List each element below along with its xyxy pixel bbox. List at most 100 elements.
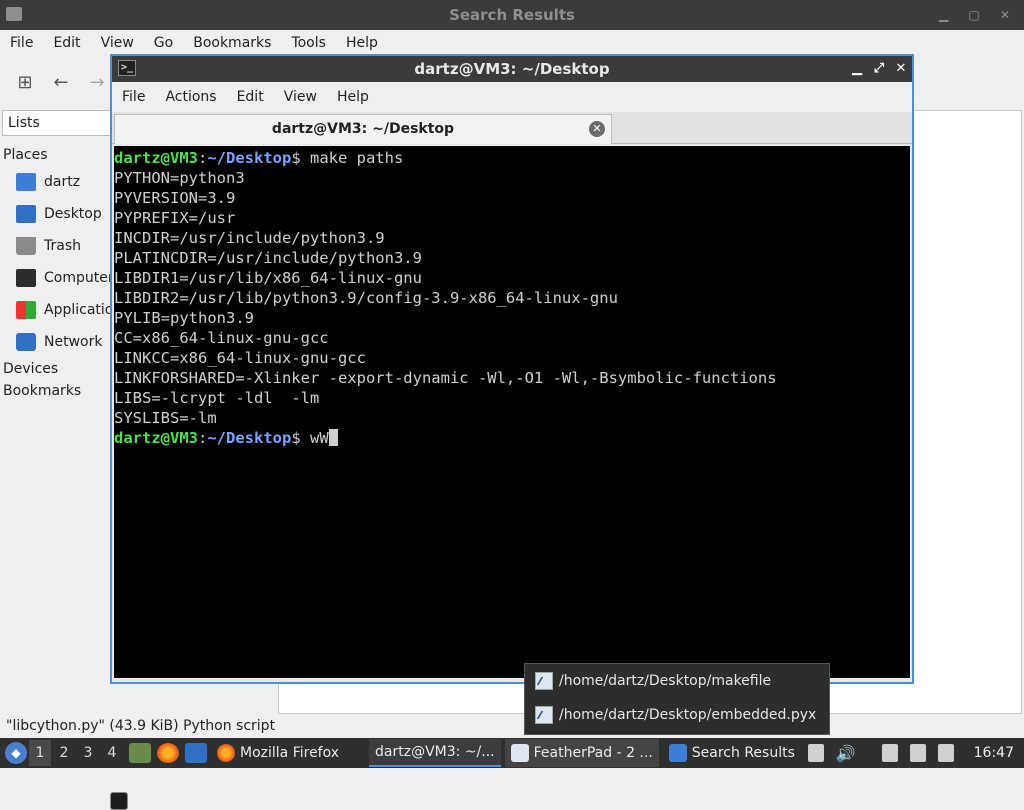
task-label: Search Results (691, 745, 795, 761)
menu-edit[interactable]: Edit (227, 89, 274, 105)
close-tab-icon[interactable]: ✕ (589, 121, 605, 137)
output-line: PYLIB=python3.9 (114, 309, 254, 327)
popup-item-label: /home/dartz/Desktop/embedded.pyx (559, 707, 817, 723)
file-manager-toolbar: ⊞ ← → (0, 60, 110, 104)
sidebar-item-home[interactable]: dartz (0, 166, 112, 198)
current-input: wW (310, 429, 329, 447)
notes-icon[interactable] (881, 744, 898, 762)
forward-arrow-icon[interactable]: → (84, 69, 110, 95)
task-label: dartz@VM3: ~/... (375, 744, 495, 760)
menu-file[interactable]: File (112, 89, 155, 105)
places-header[interactable]: Places (0, 144, 112, 166)
minimize-icon[interactable]: ▁ (850, 56, 864, 82)
sidebar-item-label: Network (44, 334, 103, 350)
output-line: CC=x86_64-linux-gnu-gcc (114, 329, 329, 347)
menu-go[interactable]: Go (144, 35, 183, 51)
terminal-window: >_ dartz@VM3: ~/Desktop ▁ ⤢ ✕ File Actio… (110, 54, 914, 684)
firefox-icon (217, 744, 235, 762)
sidebar-item-label: Applications (44, 302, 112, 318)
menu-help[interactable]: Help (327, 89, 379, 105)
menu-edit[interactable]: Edit (43, 35, 90, 51)
command-text: make paths (310, 149, 404, 167)
popup-item-embedded[interactable]: /home/dartz/Desktop/embedded.pyx (525, 698, 829, 732)
firefox-launcher-icon[interactable] (157, 743, 179, 763)
tab-label: dartz@VM3: ~/Desktop (271, 121, 455, 137)
new-tab-icon[interactable]: ⊞ (12, 69, 38, 95)
menu-bookmarks[interactable]: Bookmarks (183, 35, 281, 51)
prompt-line: dartz@VM3:~/Desktop$ wW (114, 428, 910, 448)
close-icon[interactable]: ✕ (894, 56, 908, 82)
featherpad-icon (535, 672, 553, 690)
bookmarks-header[interactable]: Bookmarks (0, 380, 112, 402)
start-menu-icon[interactable]: ◆ (5, 742, 27, 764)
side-pane-mode-select[interactable]: Lists (2, 110, 112, 136)
folder-icon (668, 744, 687, 762)
network-icon (16, 333, 36, 351)
taskbar-group-popup: /home/dartz/Desktop/makefile /home/dartz… (524, 663, 830, 735)
maximize-icon[interactable]: ⤢ (872, 56, 886, 82)
volume-icon[interactable]: 🔊 (836, 744, 856, 763)
sidebar-item-network[interactable]: Network (0, 326, 112, 358)
featherpad-icon (535, 706, 553, 724)
output-line: LINKCC=x86_64-linux-gnu-gcc (114, 349, 366, 367)
network-status-icon[interactable] (937, 744, 954, 762)
task-firefox[interactable]: Mozilla Firefox (211, 739, 345, 767)
menu-tools[interactable]: Tools (281, 35, 336, 51)
task-label: FeatherPad - 2 ... (533, 745, 653, 761)
applications-icon (16, 301, 36, 319)
text-cursor (328, 429, 338, 446)
output-line: PYTHON=python3 (114, 169, 245, 187)
output-line: PYVERSION=3.9 (114, 189, 236, 207)
featherpad-icon (510, 744, 529, 762)
popup-item-label: /home/dartz/Desktop/makefile (559, 673, 772, 689)
workspace-3[interactable]: 3 (77, 740, 99, 766)
task-featherpad[interactable]: FeatherPad - 2 ... (504, 739, 659, 767)
status-bar: "libcython.py" (43.9 KiB) Python script (6, 718, 276, 734)
sidebar-item-computer[interactable]: Computer (0, 262, 112, 294)
popup-item-makefile[interactable]: /home/dartz/Desktop/makefile (525, 664, 829, 698)
terminal-app-icon: >_ (118, 60, 136, 76)
sidebar-item-label: Desktop (44, 206, 102, 222)
taskbar: ◆ 1 2 3 4 Mozilla Firefox dartz@VM3: ~/.… (0, 738, 1024, 810)
sidebar-item-label: Computer (44, 270, 112, 286)
task-label: Mozilla Firefox (240, 745, 340, 761)
back-arrow-icon[interactable]: ← (48, 69, 74, 95)
output-line: PYPREFIX=/usr (114, 209, 236, 227)
clock[interactable]: 16:47 (974, 745, 1014, 761)
output-line: LIBS=-lcrypt -ldl -lm (114, 389, 320, 407)
trash-icon (16, 237, 36, 255)
task-terminal[interactable]: dartz@VM3: ~/... (110, 739, 501, 810)
terminal-tab[interactable]: dartz@VM3: ~/Desktop ✕ (114, 114, 612, 144)
terminal-menubar: File Actions Edit View Help (112, 82, 912, 112)
terminal-output[interactable]: dartz@VM3:~/Desktop$ make paths PYTHON=p… (114, 146, 910, 678)
computer-icon (16, 269, 36, 287)
sidebar-item-applications[interactable]: Applications (0, 294, 112, 326)
prompt-line: dartz@VM3:~/Desktop$ make paths (114, 149, 404, 167)
devices-header[interactable]: Devices (0, 358, 112, 380)
terminal-titlebar[interactable]: >_ dartz@VM3: ~/Desktop ▁ ⤢ ✕ (112, 56, 912, 82)
system-tray: 🔊 16:47 (807, 738, 1024, 768)
output-line: LIBDIR2=/usr/lib/python3.9/config-3.9-x8… (114, 289, 618, 307)
show-desktop-icon[interactable] (185, 743, 207, 763)
workspace-2[interactable]: 2 (53, 740, 75, 766)
sidebar-item-trash[interactable]: Trash (0, 230, 112, 262)
menu-actions[interactable]: Actions (155, 89, 226, 105)
workspace-1[interactable]: 1 (29, 740, 51, 766)
file-manager-menubar: File Edit View Go Bookmarks Tools Help (0, 30, 1024, 56)
menu-view[interactable]: View (91, 35, 144, 51)
sidebar-item-desktop[interactable]: Desktop (0, 198, 112, 230)
menu-help[interactable]: Help (336, 35, 388, 51)
output-line: LIBDIR1=/usr/lib/x86_64-linux-gnu (114, 269, 422, 287)
output-line: SYSLIBS=-lm (114, 409, 217, 427)
clipboard-icon[interactable] (807, 744, 824, 762)
workspace-4[interactable]: 4 (101, 740, 123, 766)
display-icon[interactable] (909, 744, 926, 762)
file-manager-launcher-icon[interactable] (129, 743, 151, 763)
window-controls[interactable]: ▁ ▢ ✕ (939, 0, 1018, 30)
output-line: PLATINCDIR=/usr/include/python3.9 (114, 249, 422, 267)
task-search-results[interactable]: Search Results (663, 739, 801, 767)
menu-view[interactable]: View (274, 89, 327, 105)
menu-file[interactable]: File (0, 35, 43, 51)
desktop-icon (16, 205, 36, 223)
window-title: dartz@VM3: ~/Desktop (414, 60, 610, 78)
